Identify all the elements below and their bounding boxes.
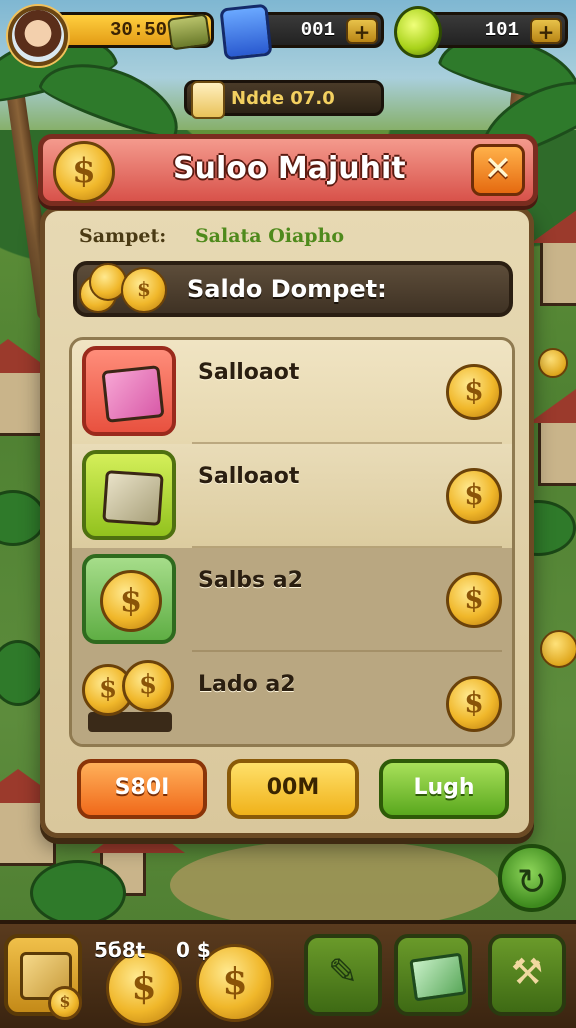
item-label: Salloaot [198,464,300,489]
gold-bar-icon [166,13,212,51]
label-left: Sampet: [79,225,167,247]
close-button[interactable]: ✕ [471,144,525,196]
wallet-balance-bar: $ Saldo Dompet: [73,261,513,317]
gold-resource-bar: 30:50 [52,12,214,51]
background-coin-icon [538,348,568,378]
list-item[interactable]: Salloaot $ [72,444,512,548]
list-item[interactable]: Salloaot $ [72,340,512,444]
background-coin-icon [540,630,576,668]
coin-icon: $ [446,364,502,420]
bush [30,860,126,926]
wallet-modal: Sampet: Salata Oiapho $ Saldo Dompet: Sa… [40,206,534,838]
dirt-path [170,840,500,930]
bottom-counter-a: 5б8t [94,938,146,962]
inventory-slot[interactable]: $ [4,934,82,1020]
pink-box-icon [82,346,176,436]
level-indicator: Ndde 07.0 [184,80,384,119]
item-label: Lado a2 [198,672,296,697]
bottom-toolbar: $ $ $ ✎ ⚒ [0,920,576,1028]
coin-pile-icon: $ $ [82,658,176,744]
hut [531,209,576,306]
wrench-icon: ✎ [327,952,359,993]
cash-icon [409,952,467,1002]
hammer-icon: ⚒ [510,952,544,993]
orange-button[interactable]: S80I [77,759,207,819]
item-label: Salloaot [198,360,300,385]
blue-gem-icon [219,3,273,61]
green-button[interactable]: Lugh [379,759,509,819]
coin-icon: $ [446,468,502,524]
jar-icon [191,81,225,119]
refresh-icon: ↻ [516,862,548,903]
gold-value: 30:50 [109,19,167,41]
list-item[interactable]: $ $ Lado a2 $ [72,652,512,744]
cash-box-icon [82,450,176,540]
bottom-counter-b: 0 $ [176,938,211,962]
modal-title: Suloo Majuhit [173,151,406,186]
gem-value: 001 [300,19,335,41]
add-lime-button[interactable]: + [530,18,562,44]
tool-slot[interactable]: ✎ [304,934,382,1016]
label-right: Salata Oiapho [194,225,345,247]
item-list: Salloaot $ Salloaot $ $ Salbs a2 $ $ $ L… [69,337,515,747]
wallet-label: Saldo Dompet: [187,275,387,303]
hammer-slot[interactable]: ⚒ [488,934,566,1016]
yellow-button[interactable]: 00M [227,759,359,819]
hut [529,389,576,486]
lime-value: 101 [484,19,519,41]
list-item[interactable]: $ Salbs a2 $ [72,548,512,652]
add-gem-button[interactable]: + [346,18,378,44]
level-text: Ndde 07.0 [231,88,335,109]
refresh-button[interactable]: ↻ [498,844,566,912]
cash-slot[interactable] [394,934,472,1016]
info-labels: Sampet: Salata Oiapho [79,225,344,247]
coin-icon: $ [446,676,502,732]
single-coin-icon: $ [82,554,176,644]
coin-icon: $ [446,572,502,628]
lime-gem-icon [394,6,442,58]
player-avatar[interactable] [8,6,68,66]
item-label: Salbs a2 [198,568,303,593]
modal-title-banner: $ Suloo Majuhit ✕ [38,134,538,206]
title-coin-icon: $ [53,141,115,203]
